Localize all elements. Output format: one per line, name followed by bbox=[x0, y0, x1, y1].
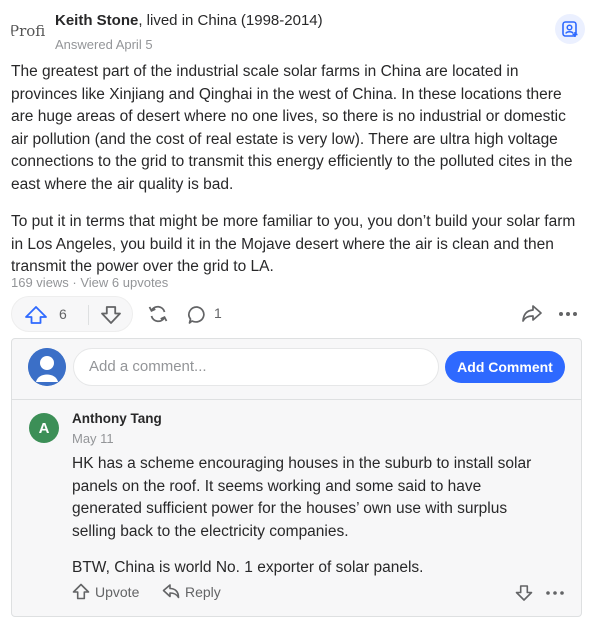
comment-icon[interactable] bbox=[187, 305, 207, 325]
add-comment-button[interactable]: Add Comment bbox=[445, 351, 565, 383]
answer-header: Profi Keith Stone, lived in China (1998-… bbox=[11, 10, 585, 56]
action-bar: 6 1 bbox=[11, 296, 585, 332]
reply-icon bbox=[162, 584, 180, 599]
more-options-icon[interactable] bbox=[557, 304, 579, 324]
comment-more-icon[interactable] bbox=[544, 584, 566, 602]
author-line: Keith Stone, lived in China (1998-2014) bbox=[55, 12, 323, 29]
comment-reply-label: Reply bbox=[185, 583, 221, 600]
vote-divider bbox=[88, 305, 89, 325]
comment-author-avatar[interactable]: A bbox=[29, 413, 59, 443]
comment-paragraph: HK has a scheme encouraging houses in th… bbox=[72, 455, 532, 540]
comment-reply-button[interactable]: Reply bbox=[162, 583, 221, 600]
vote-pill: 6 bbox=[11, 296, 133, 332]
author-name[interactable]: Keith Stone bbox=[55, 12, 138, 29]
comment-author[interactable]: Anthony Tang bbox=[72, 411, 162, 426]
answer-paragraph: To put it in terms that might be more fa… bbox=[11, 213, 576, 275]
follow-button[interactable] bbox=[555, 14, 585, 44]
downvote-icon[interactable] bbox=[100, 305, 122, 325]
comment-item: A Anthony Tang May 11 HK has a scheme en… bbox=[12, 400, 581, 616]
author-credential[interactable]: , lived in China (1998-2014) bbox=[138, 12, 322, 29]
comment-downvote-icon[interactable] bbox=[515, 584, 533, 602]
answer-body: The greatest part of the industrial scal… bbox=[11, 61, 586, 294]
comment-actions: Upvote Reply bbox=[72, 583, 567, 605]
avatar-alt-text: Profi bbox=[11, 22, 46, 40]
answer-paragraph: The greatest part of the industrial scal… bbox=[11, 63, 573, 193]
comment-date[interactable]: May 11 bbox=[72, 431, 114, 446]
answer-stats[interactable]: 169 views · View 6 upvotes bbox=[11, 275, 168, 290]
comments-section: Add a comment... Add Comment A Anthony T… bbox=[11, 338, 582, 617]
comment-upvote-label: Upvote bbox=[95, 583, 140, 600]
answered-date[interactable]: Answered April 5 bbox=[55, 37, 153, 52]
upvote-icon bbox=[72, 583, 90, 600]
comment-input[interactable]: Add a comment... bbox=[73, 348, 439, 386]
comment-count[interactable]: 1 bbox=[214, 305, 222, 321]
share-icon[interactable] bbox=[521, 304, 543, 324]
comment-paragraph: BTW, China is world No. 1 exporter of so… bbox=[72, 559, 424, 576]
comment-body: HK has a scheme encouraging houses in th… bbox=[72, 453, 552, 594]
user-avatar-icon bbox=[28, 348, 66, 386]
reshare-icon[interactable] bbox=[147, 304, 169, 324]
upvote-count[interactable]: 6 bbox=[59, 306, 67, 322]
author-avatar[interactable]: Profi bbox=[11, 12, 47, 48]
comment-upvote-button[interactable]: Upvote bbox=[72, 583, 139, 600]
comment-composer: Add a comment... Add Comment bbox=[12, 339, 581, 395]
follow-user-icon bbox=[562, 21, 578, 37]
upvote-icon[interactable] bbox=[24, 305, 48, 325]
